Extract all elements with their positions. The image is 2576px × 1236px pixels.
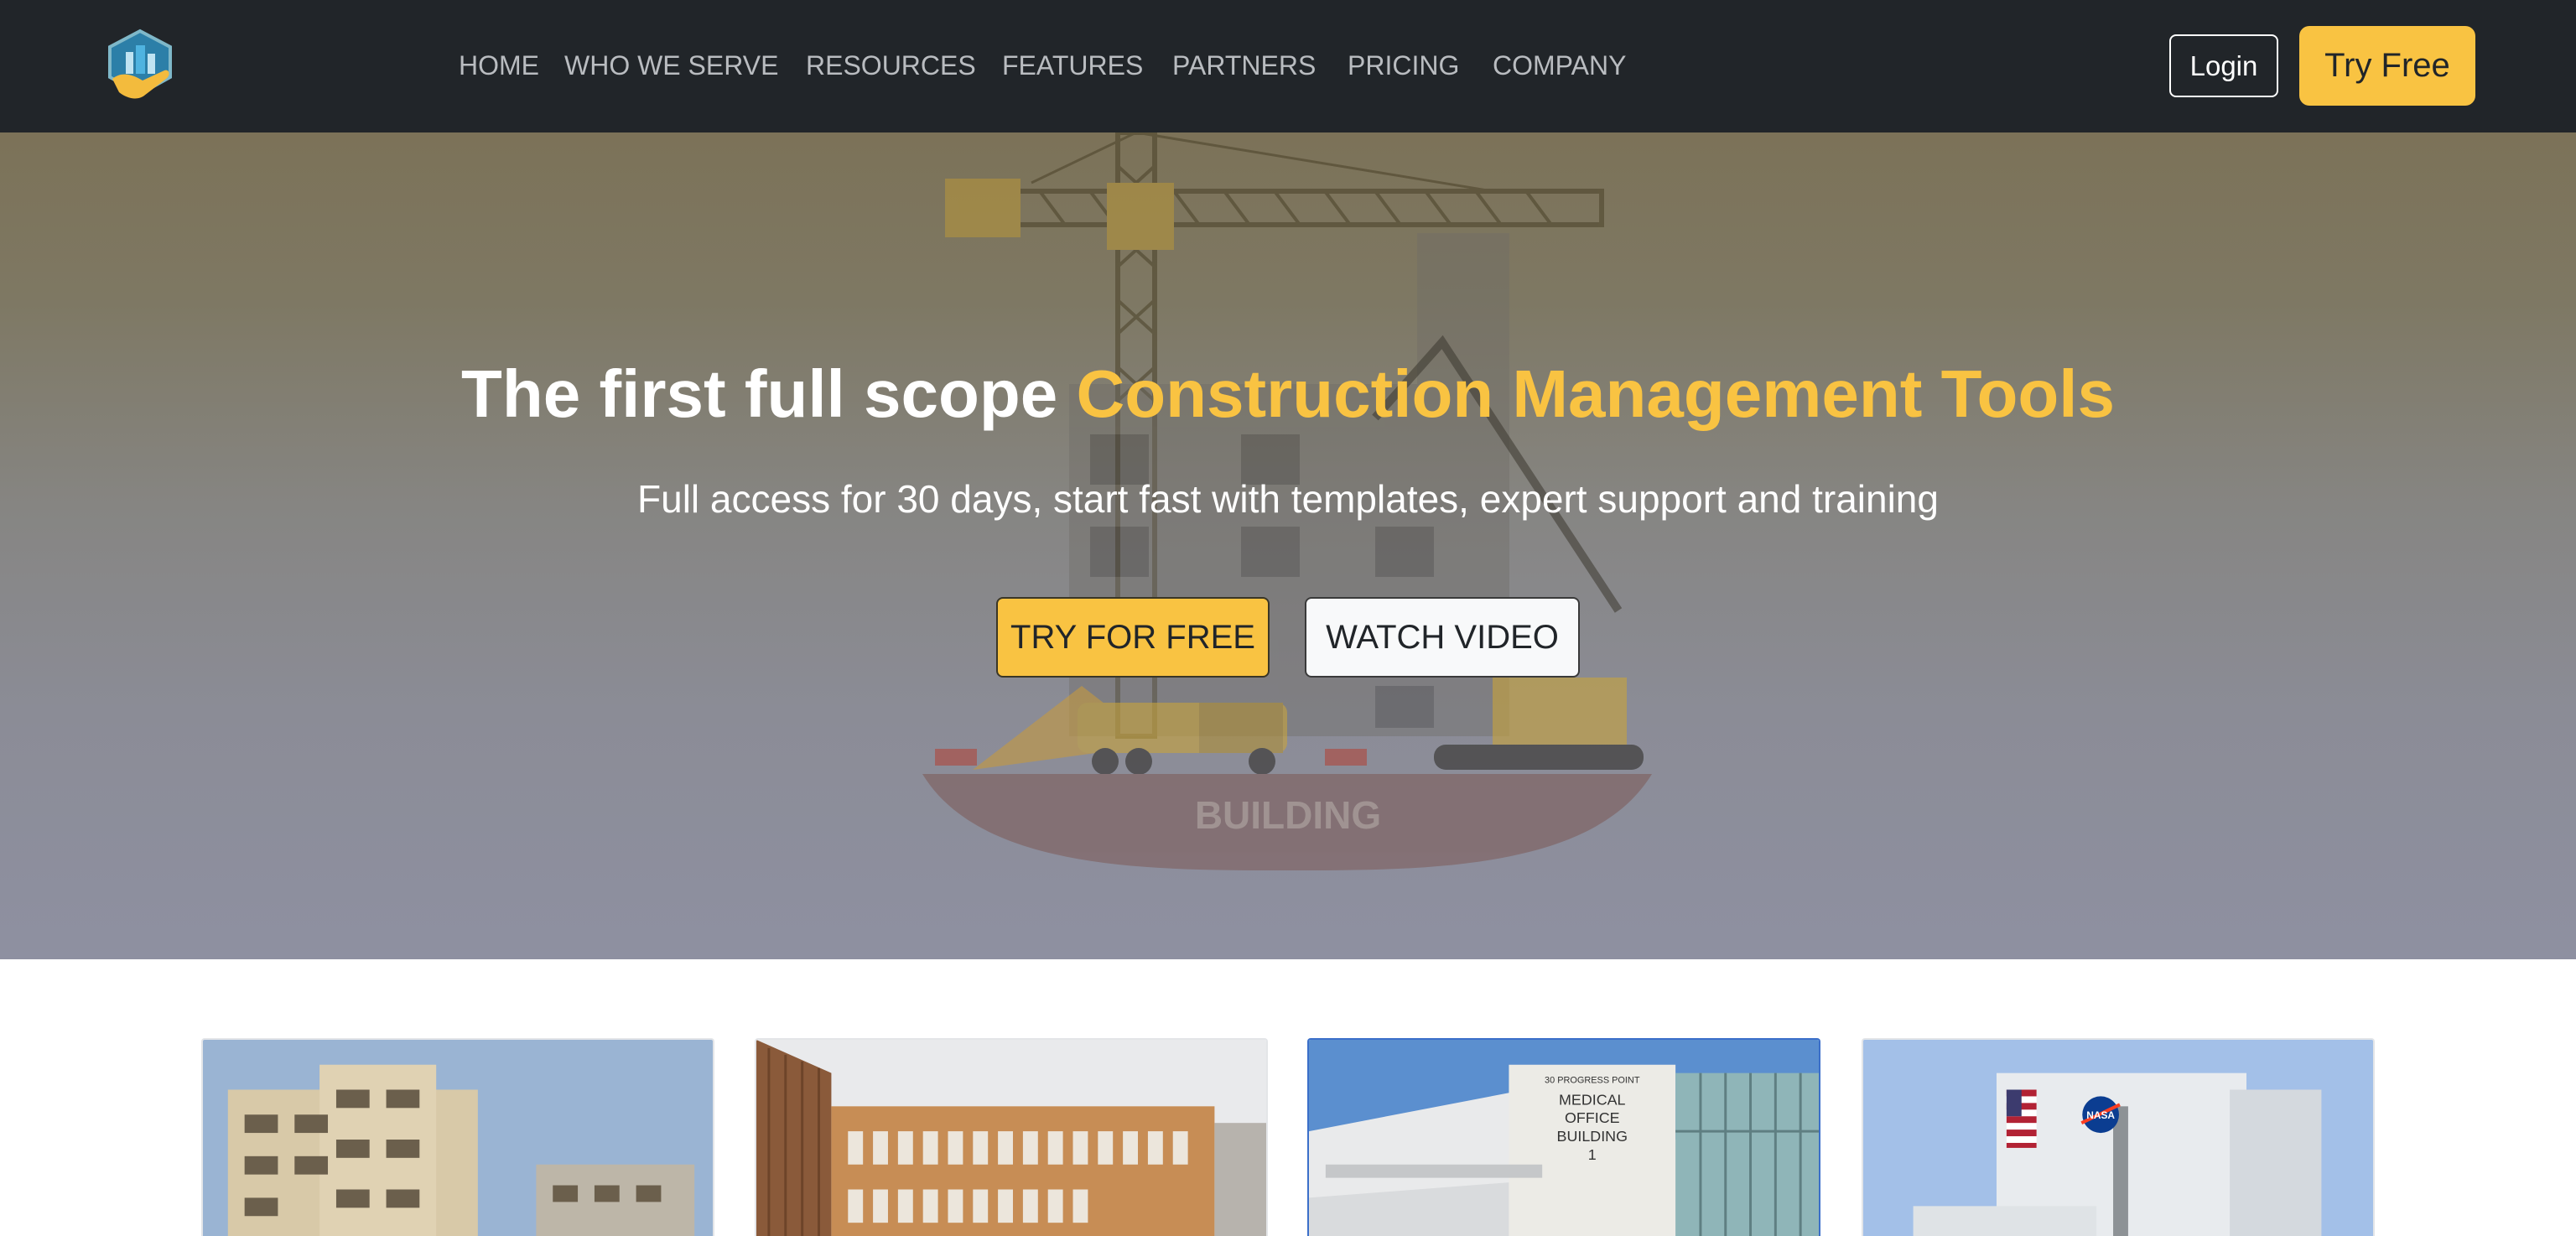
nav-partners[interactable]: PARTNERS: [1172, 49, 1316, 82]
construction-illustration: BUILDING: [922, 132, 1652, 870]
nav-who-we-serve[interactable]: WHO WE SERVE: [564, 49, 778, 82]
card-medical-office-building[interactable]: 30 PROGRESS POINT MEDICAL OFFICE BUILDIN…: [1307, 1038, 1820, 1236]
watch-video-button[interactable]: WATCH VIDEO: [1305, 597, 1580, 678]
illustration-building-label: BUILDING: [1195, 793, 1381, 837]
card-apartment-building[interactable]: [201, 1038, 714, 1236]
wooden-facade-building-image: [756, 1040, 1266, 1236]
nav-resources[interactable]: RESOURCES: [806, 49, 976, 82]
sign-line-1: 30 PROGRESS POINT: [1545, 1076, 1640, 1086]
nav-features[interactable]: FEATURES: [1002, 49, 1143, 82]
hero-title-accent: Construction Management Tools: [1076, 356, 2115, 431]
nav-home[interactable]: HOME: [459, 49, 539, 82]
hero-subtitle: Full access for 30 days, start fast with…: [637, 477, 1939, 521]
nasa-building-image: NASA: [1863, 1040, 2373, 1236]
login-button[interactable]: Login: [2169, 34, 2278, 97]
apartment-building-image: [203, 1040, 713, 1236]
medical-office-building-image: 30 PROGRESS POINT MEDICAL OFFICE BUILDIN…: [1309, 1040, 1819, 1236]
nav-pricing[interactable]: PRICING: [1348, 49, 1459, 82]
card-nasa-building[interactable]: NASA: [1862, 1038, 2375, 1236]
sign-line-3: OFFICE: [1565, 1109, 1620, 1126]
top-navbar: HOME WHO WE SERVE RESOURCES FEATURES PAR…: [0, 0, 2576, 132]
nasa-logo-text: NASA: [2086, 1109, 2115, 1121]
try-for-free-button[interactable]: TRY FOR FREE: [996, 597, 1270, 678]
hero-section: BUILDING The first full scope Constructi…: [0, 132, 2576, 959]
try-free-button[interactable]: Try Free: [2299, 26, 2475, 106]
flag-icon: [2006, 1089, 2037, 1148]
sign-line-2: MEDICAL: [1559, 1091, 1626, 1108]
hero-title: The first full scope Construction Manage…: [0, 352, 2576, 436]
nav-company[interactable]: COMPANY: [1493, 49, 1626, 82]
sign-line-4: BUILDING: [1557, 1128, 1628, 1145]
main-nav: HOME WHO WE SERVE RESOURCES FEATURES PAR…: [0, 0, 1761, 132]
sign-line-5: 1: [1588, 1146, 1597, 1163]
hero-title-plain: The first full scope: [461, 356, 1077, 431]
card-wooden-facade-building[interactable]: [755, 1038, 1268, 1236]
